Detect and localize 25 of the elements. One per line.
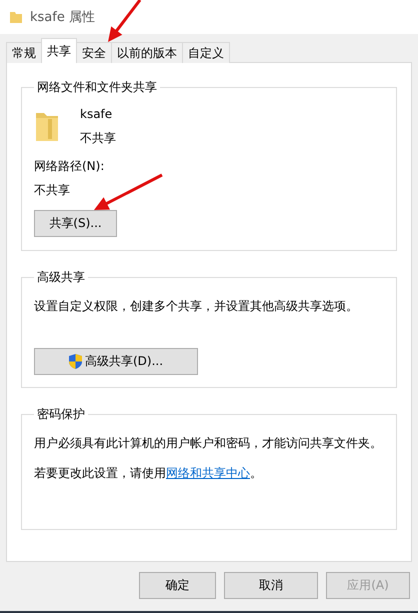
description: 设置自定义权限，创建多个共享，并设置其他高级共享选项。 — [34, 298, 359, 314]
group-title: 密码保护 — [36, 406, 86, 423]
description: 用户必须具有此计算机的用户帐户和密码，才能访问共享文件夹。 — [34, 435, 383, 451]
group-title: 高级共享 — [36, 269, 86, 286]
group-title: 网络文件和文件夹共享 — [36, 79, 158, 96]
dialog-button[interactable]: 取消 — [224, 572, 318, 599]
tab[interactable]: 以前的版本 — [111, 42, 183, 63]
window-title: ksafe 属性 — [30, 9, 95, 26]
folder-name: ksafe — [80, 106, 114, 122]
annotation-arrow — [108, 0, 142, 42]
share-button[interactable]: 共享(S)... — [34, 210, 117, 237]
annotation-arrow — [94, 174, 163, 210]
hint-text: 若要更改此设置，请使用网络和共享中心。 — [34, 465, 263, 481]
dialog-button[interactable]: 确定 — [139, 572, 216, 599]
tab[interactable]: 常规 — [6, 42, 42, 63]
shield-icon — [68, 354, 82, 369]
path-value: 不共享 — [34, 182, 71, 198]
share-status: 不共享 — [80, 130, 116, 146]
folder-icon — [10, 11, 22, 23]
network-center-link[interactable]: 网络和共享中心 — [166, 466, 250, 480]
tab[interactable]: 自定义 — [182, 42, 230, 63]
advanced-sharing-button[interactable]: 高级共享(D)... — [34, 348, 198, 375]
path-label: 网络路径(N): — [34, 158, 106, 174]
tab[interactable]: 安全 — [76, 42, 112, 63]
tab[interactable]: 共享 — [41, 38, 77, 63]
